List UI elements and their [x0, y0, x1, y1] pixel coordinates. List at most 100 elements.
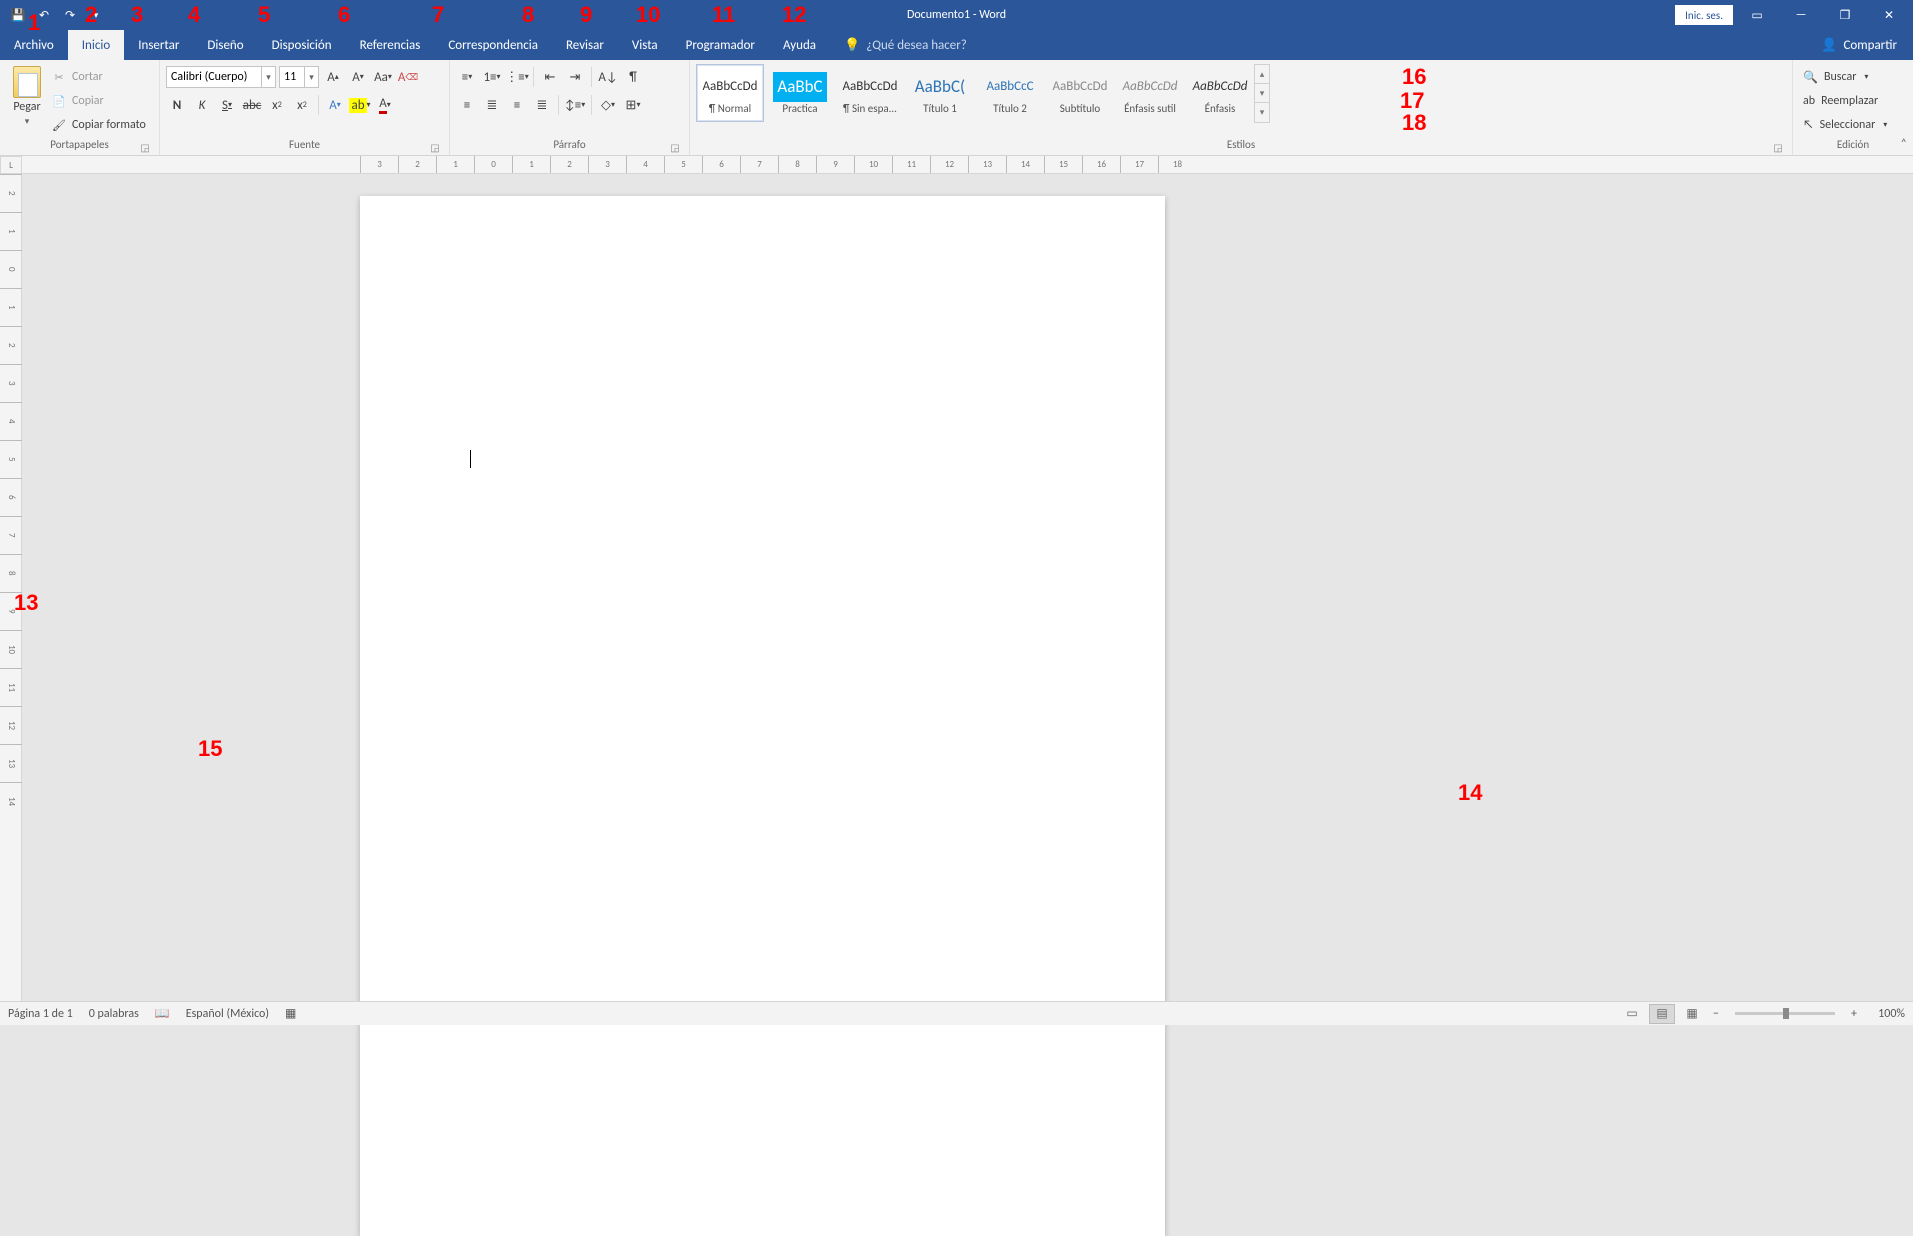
change-case-button[interactable]: Aa▾ — [372, 66, 394, 88]
strikethrough-button[interactable]: abc — [241, 94, 263, 116]
select-button[interactable]: ↖Seleccionar▾ — [1799, 114, 1891, 136]
ruler-corner[interactable]: L — [0, 156, 22, 174]
styles-dialog-launcher[interactable]: ◲ — [1772, 141, 1784, 153]
multilevel-button[interactable]: ⋮≡▾ — [506, 66, 528, 88]
style-t-tulo-1[interactable]: AaBbC(Título 1 — [906, 64, 974, 122]
find-button[interactable]: 🔍Buscar▾ — [1799, 66, 1891, 88]
styles-down-button[interactable]: ▾ — [1255, 84, 1269, 103]
save-icon[interactable]: 💾 — [6, 3, 30, 27]
group-font: Calibri (Cuerpo)▾ 11▾ A▴ A▾ Aa▾ A⌫ N K S… — [160, 60, 450, 155]
vertical-ruler[interactable]: 2101234567891011121314 — [0, 174, 22, 1001]
borders-button[interactable]: ⊞▾ — [622, 94, 644, 116]
show-marks-button[interactable]: ¶ — [622, 66, 644, 88]
group-editing: 🔍Buscar▾ abReemplazar ↖Seleccionar▾ Edic… — [1793, 60, 1913, 155]
status-language[interactable]: Español (México) — [186, 1007, 269, 1021]
title-bar: 💾 ↶ ↷ ▾ Documento1 - Word Inic. ses. ▭ —… — [0, 0, 1913, 30]
style-practica[interactable]: AaBbCPractica — [766, 64, 834, 122]
undo-icon[interactable]: ↶ — [32, 3, 56, 27]
cut-button[interactable]: ✂Cortar — [52, 66, 146, 88]
text-effects-button[interactable]: A▾ — [324, 94, 346, 116]
bullets-button[interactable]: ≡▾ — [456, 66, 478, 88]
tab-archivo[interactable]: Archivo — [0, 30, 68, 60]
tab-disposición[interactable]: Disposición — [258, 30, 346, 60]
paste-icon — [13, 66, 41, 98]
cursor-icon: ↖ — [1803, 118, 1814, 132]
numbering-button[interactable]: 1≡▾ — [481, 66, 503, 88]
style-t-tulo-2[interactable]: AaBbCcCTítulo 2 — [976, 64, 1044, 122]
styles-more-button[interactable]: ▾ — [1255, 103, 1269, 122]
qat-customize-icon[interactable]: ▾ — [84, 3, 108, 27]
close-icon[interactable]: ✕ — [1869, 0, 1909, 30]
shading-button[interactable]: ◇▾ — [597, 94, 619, 116]
scissors-icon: ✂ — [52, 70, 66, 84]
grow-font-button[interactable]: A▴ — [322, 66, 344, 88]
font-color-button[interactable]: A▾ — [374, 94, 396, 116]
tab-referencias[interactable]: Referencias — [346, 30, 435, 60]
status-page[interactable]: Página 1 de 1 — [8, 1007, 73, 1021]
italic-button[interactable]: K — [191, 94, 213, 116]
status-words[interactable]: 0 palabras — [89, 1007, 139, 1021]
web-layout-button[interactable]: ▦ — [1679, 1004, 1705, 1024]
read-mode-button[interactable]: ▭ — [1619, 1004, 1645, 1024]
zoom-out-button[interactable]: − — [1709, 1007, 1723, 1021]
font-dialog-launcher[interactable]: ◲ — [429, 141, 441, 153]
horizontal-ruler[interactable]: 3210123456789101112131415161718 — [22, 156, 1913, 174]
line-spacing-button[interactable]: ↕≡▾ — [564, 94, 586, 116]
collapse-ribbon-button[interactable]: ˄ — [1901, 137, 1907, 151]
tab-ayuda[interactable]: Ayuda — [769, 30, 830, 60]
ribbon-display-icon[interactable]: ▭ — [1737, 0, 1777, 30]
replace-button[interactable]: abReemplazar — [1799, 90, 1891, 112]
zoom-level[interactable]: 100% — [1865, 1007, 1905, 1021]
paste-button[interactable]: Pegar ▾ — [6, 64, 48, 127]
style--nfasis[interactable]: AaBbCcDdÉnfasis — [1186, 64, 1254, 122]
spellcheck-icon[interactable]: 📖 — [155, 1006, 170, 1021]
zoom-in-button[interactable]: + — [1847, 1007, 1861, 1021]
tab-correspondencia[interactable]: Correspondencia — [434, 30, 552, 60]
align-left-button[interactable]: ≡ — [456, 94, 478, 116]
format-painter-button[interactable]: 🖌Copiar formato — [52, 114, 146, 136]
document-page[interactable] — [360, 196, 1165, 1236]
font-name-combo[interactable]: Calibri (Cuerpo)▾ — [166, 66, 276, 88]
print-layout-button[interactable]: ▤ — [1649, 1004, 1675, 1024]
align-right-button[interactable]: ≡ — [506, 94, 528, 116]
superscript-button[interactable]: x2 — [291, 94, 313, 116]
macro-icon[interactable]: ▦ — [285, 1006, 296, 1021]
tab-revisar[interactable]: Revisar — [552, 30, 618, 60]
underline-button[interactable]: S ▾ — [216, 94, 238, 116]
bold-button[interactable]: N — [166, 94, 188, 116]
chevron-down-icon: ▾ — [1883, 120, 1887, 130]
subscript-button[interactable]: x2 — [266, 94, 288, 116]
style---normal[interactable]: AaBbCcDd¶ Normal — [696, 64, 764, 122]
style--nfasis-sutil[interactable]: AaBbCcDdÉnfasis sutil — [1116, 64, 1184, 122]
style---sin-espa---[interactable]: AaBbCcDd¶ Sin espa... — [836, 64, 904, 122]
maximize-icon[interactable]: ❐ — [1825, 0, 1865, 30]
redo-icon[interactable]: ↷ — [58, 3, 82, 27]
tab-programador[interactable]: Programador — [672, 30, 769, 60]
tab-vista[interactable]: Vista — [618, 30, 672, 60]
styles-gallery[interactable]: AaBbCcDd¶ NormalAaBbCPracticaAaBbCcDd¶ S… — [696, 64, 1254, 122]
paragraph-dialog-launcher[interactable]: ◲ — [669, 141, 681, 153]
shrink-font-button[interactable]: A▾ — [347, 66, 369, 88]
document-title: Documento1 - Word — [907, 8, 1006, 22]
justify-button[interactable]: ≣ — [531, 94, 553, 116]
increase-indent-button[interactable]: ⇥ — [564, 66, 586, 88]
share-button[interactable]: 👤 Compartir — [1805, 30, 1913, 60]
font-size-combo[interactable]: 11▾ — [279, 66, 319, 88]
tab-inicio[interactable]: Inicio — [68, 30, 124, 60]
minimize-icon[interactable]: — — [1781, 0, 1821, 30]
highlight-button[interactable]: ab▾ — [349, 94, 371, 116]
signin-button[interactable]: Inic. ses. — [1675, 5, 1733, 25]
sort-button[interactable]: A↓ — [597, 66, 619, 88]
clipboard-dialog-launcher[interactable]: ◲ — [139, 141, 151, 153]
copy-button[interactable]: 📄Copiar — [52, 90, 146, 112]
align-center-button[interactable]: ≣ — [481, 94, 503, 116]
style-subt-tulo[interactable]: AaBbCcDdSubtítulo — [1046, 64, 1114, 122]
decrease-indent-button[interactable]: ⇤ — [539, 66, 561, 88]
clear-format-button[interactable]: A⌫ — [397, 66, 419, 88]
styles-up-button[interactable]: ▴ — [1255, 65, 1269, 84]
group-styles: AaBbCcDd¶ NormalAaBbCPracticaAaBbCcDd¶ S… — [690, 60, 1793, 155]
tab-diseño[interactable]: Diseño — [193, 30, 257, 60]
tell-me-search[interactable]: 💡 ¿Qué desea hacer? — [830, 30, 981, 60]
tab-insertar[interactable]: Insertar — [124, 30, 193, 60]
zoom-slider[interactable] — [1735, 1012, 1835, 1015]
